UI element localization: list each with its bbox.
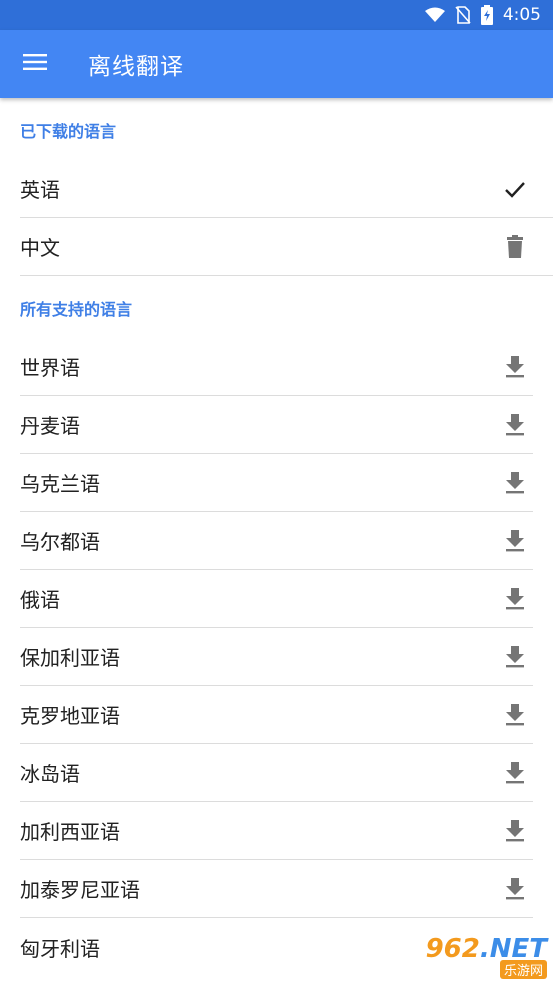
supported-item[interactable]: 冰岛语 — [20, 744, 533, 802]
supported-item[interactable]: 俄语 — [20, 570, 533, 628]
delete-icon[interactable] — [487, 219, 543, 275]
language-label: 英语 — [20, 178, 60, 202]
downloaded-section-header: 已下载的语言 — [20, 122, 117, 141]
language-label: 加泰罗尼亚语 — [20, 878, 140, 902]
language-label: 中文 — [20, 236, 60, 260]
language-label: 保加利亚语 — [20, 646, 120, 670]
menu-icon — [23, 53, 47, 75]
download-icon[interactable] — [487, 397, 543, 453]
check-icon — [487, 161, 543, 217]
download-icon[interactable] — [487, 455, 543, 511]
downloaded-item-english[interactable]: 英语 — [20, 160, 553, 218]
language-label: 乌克兰语 — [20, 472, 100, 496]
download-icon[interactable] — [487, 571, 543, 627]
language-label: 世界语 — [20, 356, 80, 380]
supported-item[interactable]: 保加利亚语 — [20, 628, 533, 686]
download-icon[interactable] — [487, 339, 543, 395]
supported-section-header: 所有支持的语言 — [20, 300, 133, 319]
download-icon[interactable] — [487, 803, 543, 859]
supported-item[interactable]: 丹麦语 — [20, 396, 533, 454]
supported-item[interactable]: 乌克兰语 — [20, 454, 533, 512]
language-label: 丹麦语 — [20, 414, 80, 438]
battery-charging-icon — [480, 5, 493, 25]
language-list: 已下载的语言 英语 中文 所有支持的语言 世界语 丹麦语 乌克兰语 乌尔都语 俄… — [0, 98, 553, 976]
language-label: 冰岛语 — [20, 762, 80, 786]
wifi-icon — [424, 7, 445, 23]
downloaded-item-chinese[interactable]: 中文 — [20, 218, 553, 276]
menu-button[interactable] — [0, 30, 70, 98]
status-time: 4:05 — [502, 5, 541, 25]
download-icon[interactable] — [487, 513, 543, 569]
supported-item[interactable]: 克罗地亚语 — [20, 686, 533, 744]
watermark-logo: 962.NET 乐游网 — [426, 934, 547, 979]
language-label: 加利西亚语 — [20, 820, 120, 844]
watermark-subtitle: 乐游网 — [499, 960, 547, 979]
supported-item[interactable]: 加利西亚语 — [20, 802, 533, 860]
supported-item[interactable]: 加泰罗尼亚语 — [20, 860, 533, 918]
language-label: 克罗地亚语 — [20, 704, 120, 728]
download-icon[interactable] — [487, 629, 543, 685]
supported-item[interactable]: 乌尔都语 — [20, 512, 533, 570]
language-label: 俄语 — [20, 588, 60, 612]
language-label: 乌尔都语 — [20, 530, 100, 554]
download-icon[interactable] — [487, 861, 543, 917]
download-icon[interactable] — [487, 687, 543, 743]
supported-item[interactable]: 世界语 — [20, 338, 533, 396]
status-bar: 4:05 — [0, 0, 553, 30]
app-bar: 离线翻译 — [0, 30, 553, 98]
download-icon[interactable] — [487, 745, 543, 801]
language-label: 匈牙利语 — [20, 936, 100, 961]
no-sim-icon — [455, 6, 471, 24]
page-title: 离线翻译 — [88, 54, 184, 80]
